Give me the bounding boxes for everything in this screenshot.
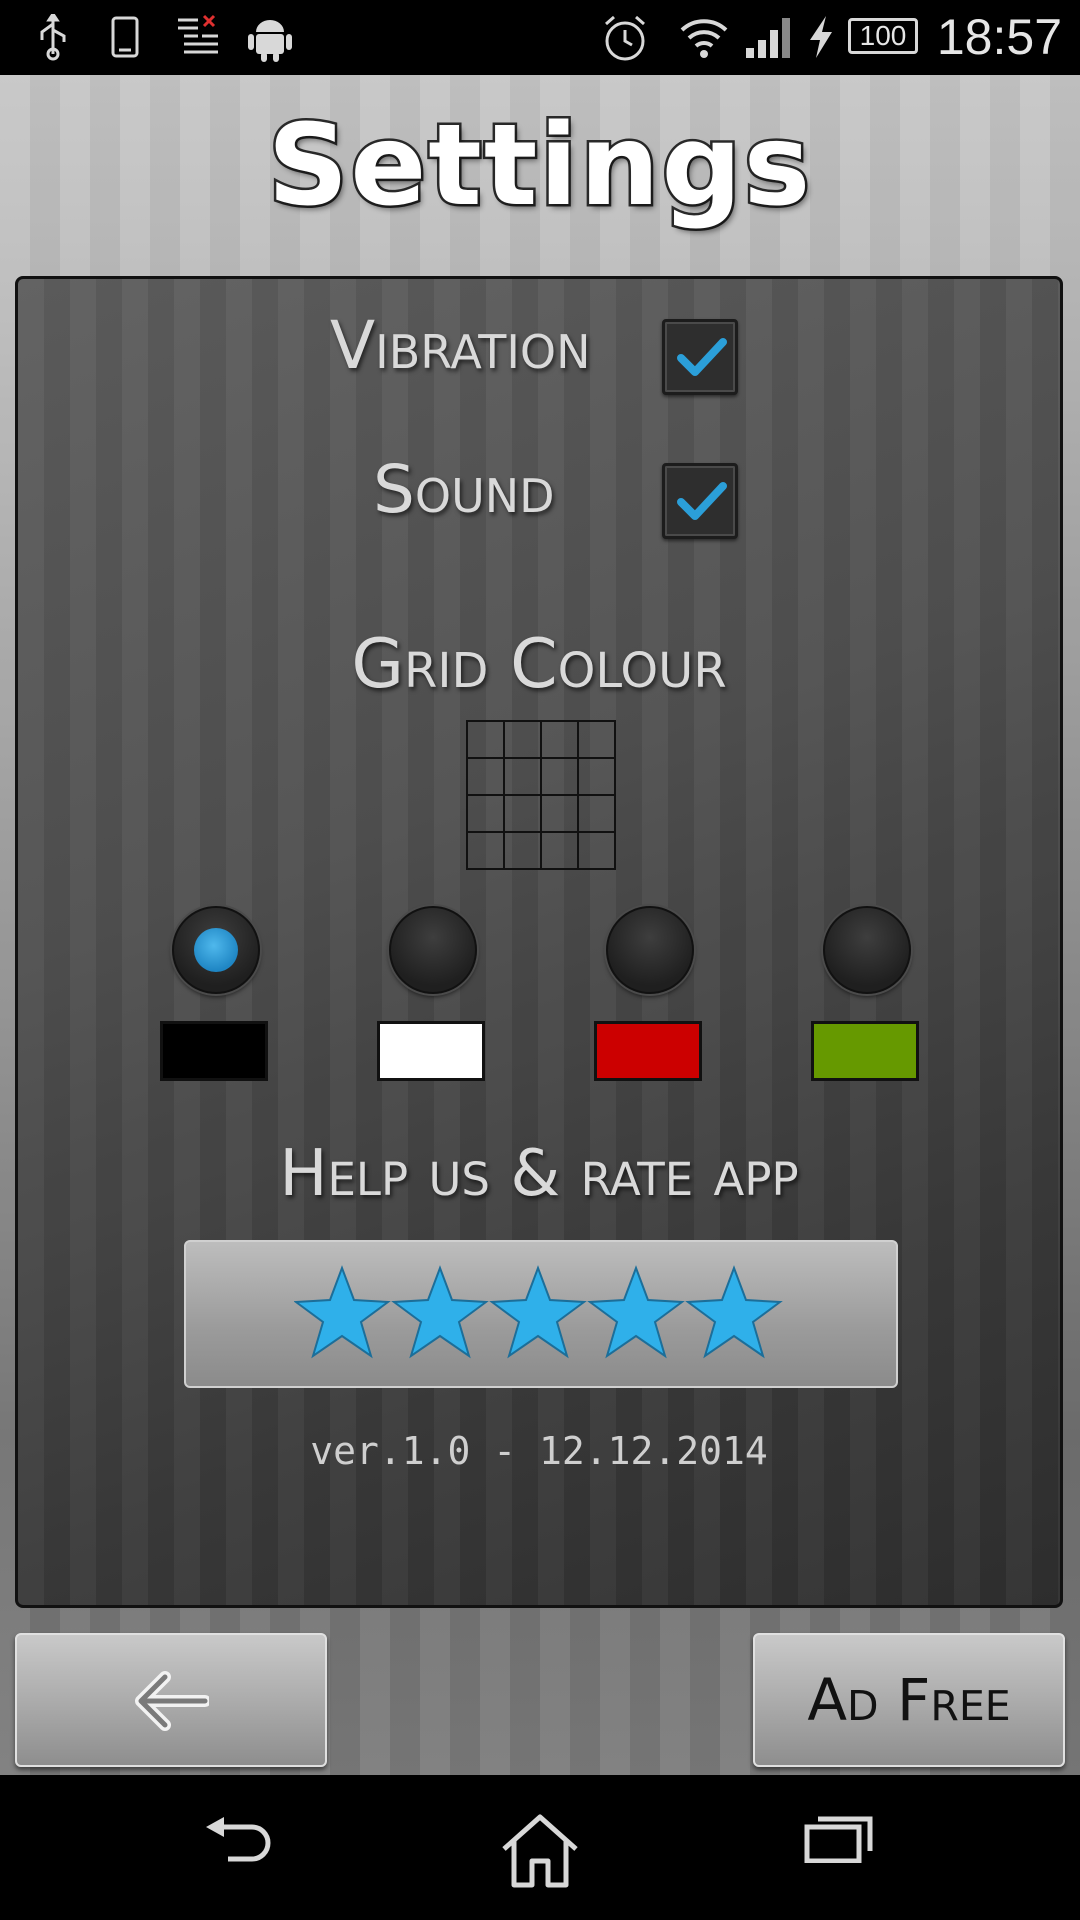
wifi-icon: [680, 19, 728, 58]
status-bar: 100 18:57: [0, 0, 1080, 75]
ad-free-button[interactable]: Ad Free: [753, 1633, 1065, 1767]
rate-app-label: Help us & rate app: [279, 1137, 799, 1211]
vibration-label: Vibration: [330, 307, 591, 384]
swatch-red[interactable]: [594, 1021, 702, 1081]
star-icon: [687, 1267, 781, 1357]
phone-icon: [111, 16, 139, 58]
vibration-checkbox[interactable]: [662, 319, 738, 395]
star-icon: [393, 1267, 487, 1357]
battery-icon: 100: [848, 18, 918, 54]
sound-checkbox[interactable]: [662, 463, 738, 539]
star-icon: [295, 1267, 389, 1357]
version-text: ver.1.0 - 12.12.2014: [310, 1429, 768, 1473]
clock: 18:57: [936, 9, 1062, 65]
grid-colour-radio-green[interactable]: [823, 906, 911, 994]
grid-colour-label: Grid Colour: [351, 625, 727, 704]
checkmark-icon: [677, 482, 727, 520]
nav-home-icon[interactable]: [500, 1813, 580, 1889]
android-icon: [248, 20, 292, 62]
rate-app-button[interactable]: [184, 1240, 898, 1388]
grid-colour-radio-red[interactable]: [606, 906, 694, 994]
charging-icon: [810, 16, 832, 58]
grid-preview: [466, 720, 616, 870]
back-button[interactable]: [15, 1633, 327, 1767]
nav-recents-icon[interactable]: [804, 1813, 874, 1863]
radio-selected-dot: [194, 928, 238, 972]
checkmark-icon: [677, 338, 727, 376]
star-icon: [491, 1267, 585, 1357]
battery-level: 100: [859, 20, 907, 51]
nav-back-icon[interactable]: [204, 1813, 278, 1873]
notification-list-icon: [178, 14, 218, 54]
grid-colour-radio-black[interactable]: [172, 906, 260, 994]
ad-free-label: Ad Free: [807, 1666, 1011, 1734]
swatch-green[interactable]: [811, 1021, 919, 1081]
rating-stars: [295, 1267, 781, 1357]
settings-panel: Vibration Sound Grid Colour Help us & ra…: [15, 276, 1063, 1608]
navigation-bar: [0, 1775, 1080, 1920]
signal-icon: [746, 18, 790, 58]
usb-icon: [40, 14, 66, 61]
arrow-left-icon: [135, 1671, 209, 1731]
alarm-icon: [605, 15, 645, 61]
swatch-black[interactable]: [160, 1021, 268, 1081]
grid-colour-radio-white[interactable]: [389, 906, 477, 994]
star-icon: [589, 1267, 683, 1357]
page-title: Settings: [265, 99, 813, 234]
app-screen: Settings Vibration Sound Grid Colour Hel…: [0, 75, 1080, 1775]
swatch-white[interactable]: [377, 1021, 485, 1081]
sound-label: Sound: [373, 451, 555, 528]
